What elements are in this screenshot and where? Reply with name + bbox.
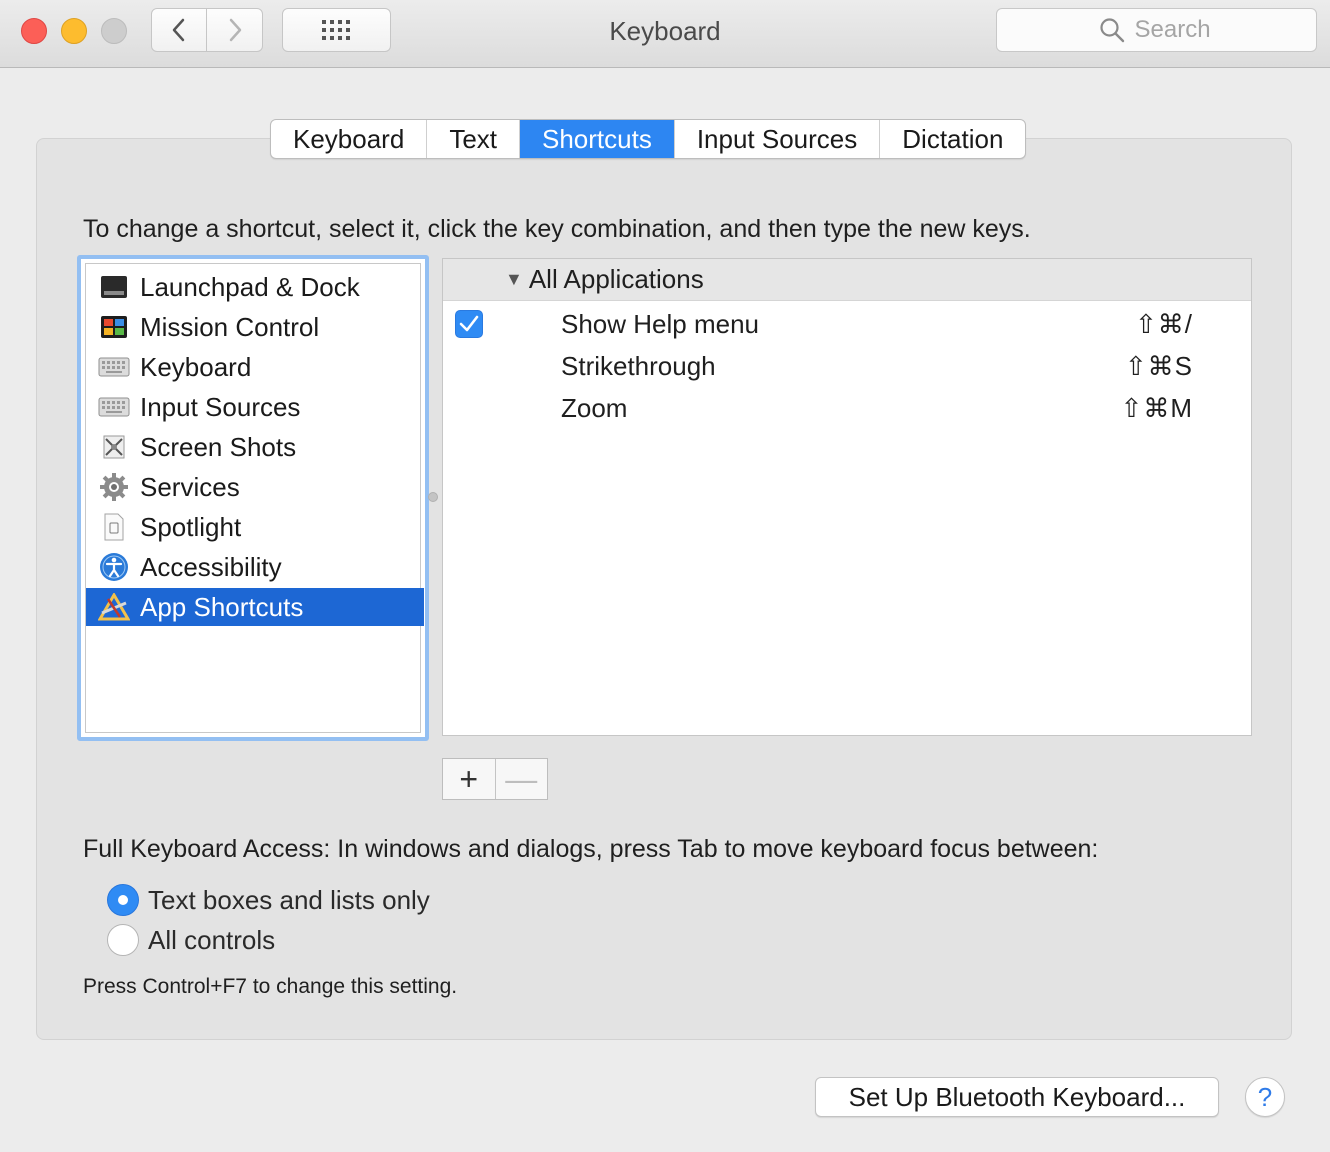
enabled-checkbox[interactable]	[455, 310, 483, 338]
tab-keyboard[interactable]: Keyboard	[271, 120, 428, 158]
disclosure-triangle-icon[interactable]: ▼	[505, 269, 523, 290]
search-field[interactable]	[996, 8, 1317, 52]
shortcut-keys[interactable]: ⇧⌘/	[1135, 309, 1193, 340]
tab-bar: Keyboard Text Shortcuts Input Sources Di…	[270, 119, 1027, 159]
radio-label: All controls	[148, 924, 276, 955]
gear-icon	[97, 472, 131, 502]
shortcut-keys[interactable]: ⇧⌘M	[1121, 393, 1193, 424]
launchpad-dock-icon	[97, 272, 131, 302]
shortcut-row[interactable]: Strikethrough ⇧⌘S	[443, 345, 1251, 387]
accessibility-icon	[97, 552, 131, 582]
category-label: Screen Shots	[140, 431, 297, 462]
category-launchpad-dock[interactable]: Launchpad & Dock	[86, 268, 424, 306]
shortcut-label: Show Help menu	[561, 308, 759, 339]
shortcut-row[interactable]: Zoom ⇧⌘M	[443, 387, 1251, 429]
category-spotlight[interactable]: Spotlight	[86, 508, 424, 546]
group-row-all-applications[interactable]: ▼ All Applications	[443, 259, 1251, 301]
search-icon	[1099, 18, 1124, 43]
group-label: All Applications	[528, 264, 704, 294]
radio-label: Text boxes and lists only	[148, 884, 430, 915]
category-label: Launchpad & Dock	[140, 271, 360, 302]
category-app-shortcuts[interactable]: App Shortcuts	[86, 588, 424, 626]
add-shortcut-button[interactable]: +	[443, 759, 496, 799]
help-button[interactable]: ?	[1245, 1077, 1285, 1117]
category-label: Keyboard	[140, 351, 252, 382]
shortcut-label: Strikethrough	[561, 350, 716, 381]
shortcut-keys[interactable]: ⇧⌘S	[1125, 351, 1193, 382]
category-label: Spotlight	[140, 511, 242, 542]
screenshot-icon	[97, 432, 131, 462]
category-label: Mission Control	[140, 311, 320, 342]
mission-control-icon	[97, 312, 131, 342]
category-services[interactable]: Services	[86, 468, 424, 506]
split-view-divider[interactable]	[428, 492, 438, 502]
instruction-text: To change a shortcut, select it, click t…	[83, 215, 1031, 243]
category-label: Input Sources	[140, 391, 301, 422]
category-label: App Shortcuts	[140, 591, 304, 622]
category-input-sources[interactable]: Input Sources	[86, 388, 424, 426]
shortcut-label: Zoom	[561, 392, 628, 423]
full-keyboard-access-label: Full Keyboard Access: In windows and dia…	[83, 835, 1099, 863]
category-accessibility[interactable]: Accessibility	[86, 548, 424, 586]
tab-text[interactable]: Text	[427, 120, 520, 158]
radio-text-boxes-lists[interactable]: Text boxes and lists only	[107, 884, 430, 916]
checkmark-icon	[459, 315, 479, 332]
keyboard-icon	[97, 352, 131, 382]
category-label: Accessibility	[140, 551, 282, 582]
keyboard-icon	[97, 392, 131, 422]
category-keyboard[interactable]: Keyboard	[86, 348, 424, 386]
app-shortcuts-icon	[97, 592, 131, 622]
document-icon	[97, 512, 131, 542]
tab-shortcuts[interactable]: Shortcuts	[520, 120, 675, 158]
shortcut-row[interactable]: Show Help menu ⇧⌘/	[443, 303, 1251, 345]
title-bar: Keyboard	[0, 0, 1330, 68]
search-input[interactable]	[1134, 16, 1215, 44]
hint-text: Press Control+F7 to change this setting.	[83, 975, 458, 998]
category-label: Services	[140, 471, 240, 502]
radio-all-controls[interactable]: All controls	[107, 924, 275, 956]
shortcuts-table[interactable]: ▼ All Applications Show Help menu ⇧⌘/ St…	[442, 258, 1252, 736]
tab-dictation[interactable]: Dictation	[880, 120, 1025, 158]
radio-button[interactable]	[107, 924, 139, 956]
category-mission-control[interactable]: Mission Control	[86, 308, 424, 346]
tab-input-sources[interactable]: Input Sources	[675, 120, 881, 158]
radio-button-selected[interactable]	[107, 884, 139, 916]
remove-shortcut-button[interactable]: —	[496, 759, 548, 799]
setup-bluetooth-keyboard-button[interactable]: Set Up Bluetooth Keyboard...	[815, 1077, 1219, 1117]
category-screen-shots[interactable]: Screen Shots	[86, 428, 424, 466]
shortcut-category-list[interactable]: Launchpad & Dock Mission Control Keyboar…	[77, 255, 429, 741]
add-remove-control: + —	[442, 758, 548, 800]
